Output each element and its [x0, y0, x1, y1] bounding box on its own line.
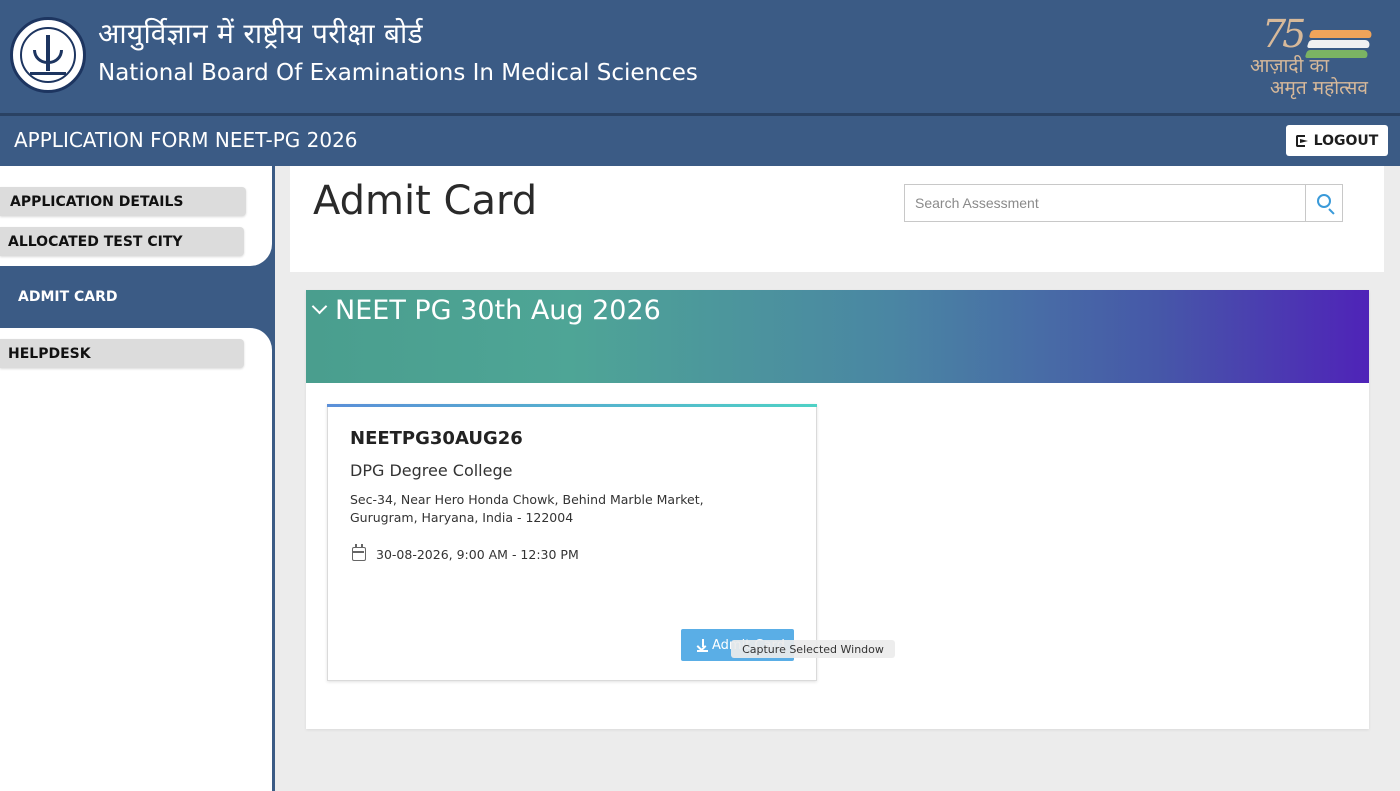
sidebar: [0, 166, 275, 791]
application-title: APPLICATION FORM NEET-PG 2026: [14, 128, 358, 152]
azadi-ka-amrit-mahotsav-logo: 75 आज़ादी का अमृत महोत्सव: [1248, 12, 1392, 102]
hindi-org-name: आयुर्विज्ञान में राष्ट्रीय परीक्षा बोर्ड: [98, 17, 423, 50]
venue-address-line2: Gurugram, Haryana, India - 122004: [350, 510, 574, 525]
search-box: [904, 184, 1343, 222]
calendar-icon: [352, 544, 366, 561]
exam-datetime: 30-08-2026, 9:00 AM - 12:30 PM: [376, 547, 579, 562]
sidebar-item-helpdesk[interactable]: HELPDESK: [0, 339, 244, 368]
capture-tooltip: Capture Selected Window: [731, 640, 895, 658]
nbems-logo: [10, 17, 86, 93]
logout-icon: [1295, 134, 1308, 147]
logout-label: LOGOUT: [1313, 132, 1379, 149]
search-input[interactable]: [905, 185, 1305, 221]
logout-button[interactable]: LOGOUT: [1286, 125, 1388, 156]
assessment-section-title: NEET PG 30th Aug 2026: [335, 295, 661, 326]
page-title: Admit Card: [313, 178, 538, 224]
search-button[interactable]: [1305, 185, 1343, 221]
sidebar-item-admit-card[interactable]: ADMIT CARD: [18, 289, 118, 305]
card-accent-bar: [327, 404, 817, 407]
venue-address-line1: Sec-34, Near Hero Honda Chowk, Behind Ma…: [350, 492, 704, 507]
sidebar-item-application-details[interactable]: APPLICATION DETAILS: [0, 187, 246, 216]
venue-name: DPG Degree College: [350, 461, 513, 480]
english-org-name: National Board Of Examinations In Medica…: [98, 60, 698, 86]
sidebar-item-allocated-test-city[interactable]: ALLOCATED TEST CITY: [0, 227, 244, 256]
exam-code: NEETPG30AUG26: [350, 428, 523, 449]
download-icon: [696, 638, 708, 652]
